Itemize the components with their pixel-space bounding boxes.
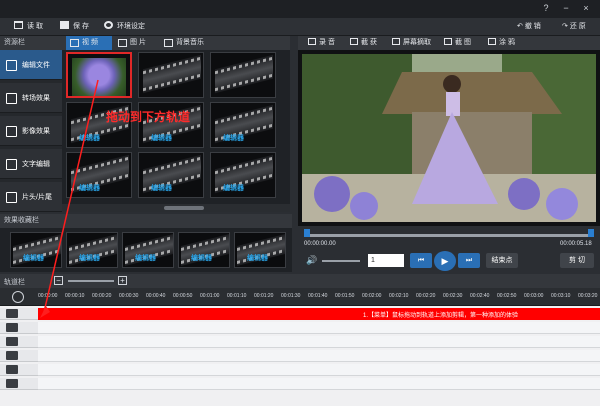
drag-arrow	[40, 79, 99, 318]
